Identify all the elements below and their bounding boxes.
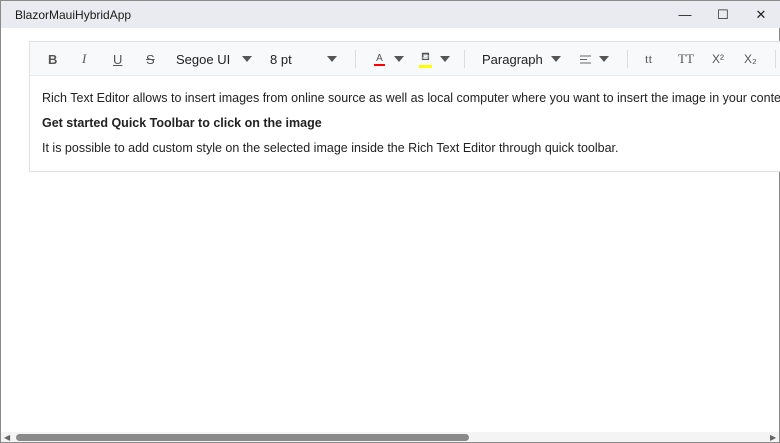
bold-button[interactable]: B (48, 42, 57, 76)
maximize-button[interactable]: ☐ (704, 1, 742, 28)
upper-case-button[interactable]: TT (678, 42, 694, 76)
rich-text-editor: B I U S Segoe UI 8 pt A ⛾ Paragraph tt T… (29, 41, 780, 172)
lower-case-button[interactable]: tt (645, 42, 652, 76)
chevron-down-icon[interactable] (394, 56, 404, 62)
font-name-dropdown[interactable]: Segoe UI (176, 42, 230, 76)
subscript-button[interactable]: X₂ (744, 42, 757, 76)
chevron-down-icon[interactable] (327, 56, 337, 62)
minimize-button[interactable]: — (666, 1, 704, 28)
chevron-down-icon[interactable] (242, 56, 252, 62)
chevron-down-icon[interactable] (551, 56, 561, 62)
font-color-icon: A (376, 52, 383, 64)
background-color-swatch (419, 64, 432, 68)
close-button[interactable]: ✕ (742, 1, 780, 28)
scrollbar-thumb[interactable] (16, 434, 469, 441)
font-color-button[interactable]: A (374, 42, 385, 76)
separator (775, 50, 776, 68)
window-title: BlazorMauiHybridApp (15, 8, 132, 22)
paragraph-bold: Get started Quick Toolbar to click on th… (42, 116, 322, 130)
strikethrough-button[interactable]: S (146, 42, 155, 76)
title-bar: BlazorMauiHybridApp — ☐ ✕ (1, 1, 780, 28)
paragraph: Rich Text Editor allows to insert images… (42, 91, 780, 105)
separator (627, 50, 628, 68)
editor-content[interactable]: Rich Text Editor allows to insert images… (30, 76, 780, 155)
align-left-icon[interactable] (580, 42, 591, 76)
separator (464, 50, 465, 68)
paragraph: It is possible to add custom style on th… (42, 141, 619, 155)
format-dropdown[interactable]: Paragraph (482, 42, 543, 76)
scroll-right-icon[interactable]: ▶ (770, 433, 776, 442)
separator (355, 50, 356, 68)
editor-toolbar: B I U S Segoe UI 8 pt A ⛾ Paragraph tt T… (30, 42, 780, 76)
background-color-button[interactable]: ⛾ (419, 42, 432, 76)
italic-button[interactable]: I (82, 42, 86, 76)
paint-bucket-icon: ⛾ (421, 50, 430, 63)
superscript-button[interactable]: X² (712, 42, 724, 76)
font-color-swatch (374, 63, 385, 66)
underline-button[interactable]: U (113, 42, 122, 76)
font-size-dropdown[interactable]: 8 pt (270, 42, 292, 76)
scroll-left-icon[interactable]: ◀ (4, 433, 10, 442)
chevron-down-icon[interactable] (440, 56, 450, 62)
horizontal-scrollbar[interactable]: ◀ ▶ (1, 432, 779, 442)
chevron-down-icon[interactable] (599, 56, 609, 62)
